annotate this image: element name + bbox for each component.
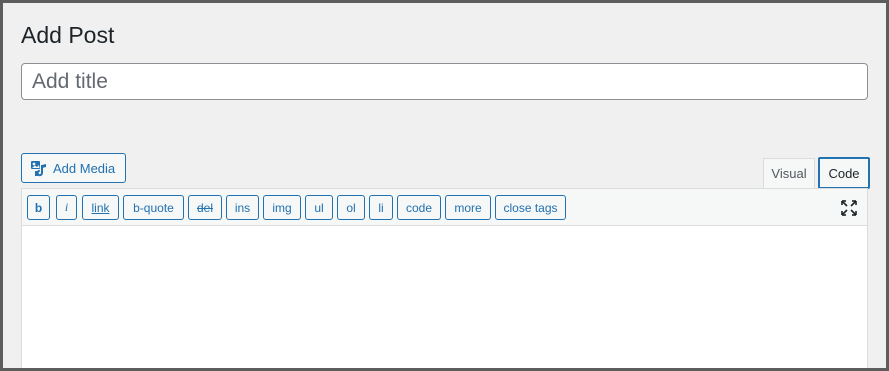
post-title-input[interactable] [21,63,868,100]
editor-container: b i link b-quote del ins img ul ol li co… [21,188,868,371]
quicktag-bquote-button[interactable]: b-quote [123,195,184,220]
quicktag-img-button[interactable]: img [263,195,301,220]
quicktag-ul-button[interactable]: ul [305,195,333,220]
tab-code[interactable]: Code [818,157,870,189]
media-upload-icon [31,161,46,177]
quicktag-del-button[interactable]: del [188,195,222,220]
quicktag-ol-button[interactable]: ol [337,195,365,220]
add-media-label: Add Media [53,160,116,176]
fullscreen-icon[interactable] [840,199,858,217]
add-media-button[interactable]: Add Media [21,153,126,183]
quicktags-toolbar: b i link b-quote del ins img ul ol li co… [22,189,867,226]
quicktag-link-button[interactable]: link [82,195,119,220]
quicktag-li-button[interactable]: li [369,195,393,220]
quicktag-more-button[interactable]: more [445,195,491,220]
post-content-textarea[interactable] [22,226,867,371]
page-title: Add Post [21,22,115,48]
tab-visual[interactable]: Visual [763,158,815,188]
quicktag-close-tags-button[interactable]: close tags [495,195,566,220]
quicktag-italic-button[interactable]: i [56,195,77,220]
quicktag-code-button[interactable]: code [397,195,441,220]
quicktag-ins-button[interactable]: ins [226,195,259,220]
quicktag-bold-button[interactable]: b [27,195,50,220]
